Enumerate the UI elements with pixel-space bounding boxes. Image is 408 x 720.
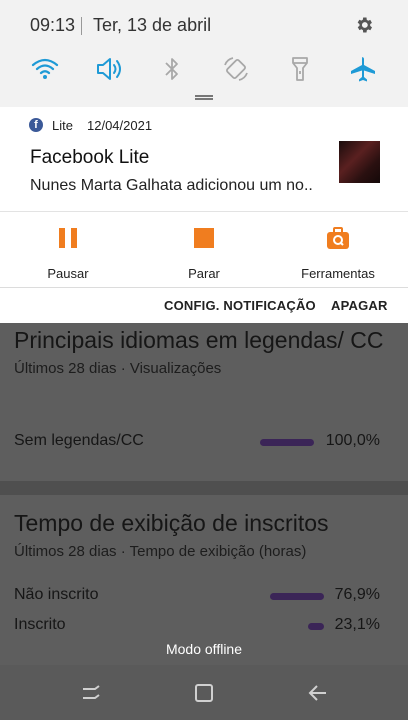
clear-button[interactable]: APAGAR <box>331 298 388 313</box>
notification-settings-button[interactable]: CONFIG. NOTIFICAÇÃO <box>164 298 316 313</box>
pause-button[interactable]: Pausar <box>8 226 128 281</box>
airplane-icon[interactable] <box>347 54 379 84</box>
back-icon[interactable] <box>306 681 330 705</box>
stop-label: Parar <box>188 266 220 281</box>
home-icon[interactable] <box>192 681 216 705</box>
row-value: 76,9% <box>334 586 380 603</box>
notification-shade: 09:13 Ter, 13 de abril f Lite 12/04/2021… <box>0 0 408 323</box>
pause-label: Pausar <box>47 266 89 281</box>
subtitles-title: Principais idiomas em legendas/ CC <box>14 327 384 353</box>
status-divider <box>81 17 82 35</box>
media-actions: Pausar Parar Ferramentas <box>0 211 408 287</box>
subscribers-row: Não inscrito 76,9% <box>14 584 394 608</box>
notification-title: Facebook Lite <box>30 147 150 168</box>
row-bar <box>270 593 324 600</box>
offline-toast: Modo offline <box>165 641 242 657</box>
toolbox-icon <box>327 227 349 249</box>
flashlight-icon[interactable] <box>284 54 316 84</box>
app-name: Lite <box>52 118 73 133</box>
date-label[interactable]: Ter, 13 de abril <box>93 15 211 36</box>
subtitles-card: Principais idiomas em legendas/ CC Últim… <box>14 327 394 449</box>
subscribers-title: Tempo de exibição de inscritos <box>14 510 329 536</box>
clock: 09:13 <box>30 15 76 35</box>
stop-button[interactable]: Parar <box>144 226 264 281</box>
card-separator <box>0 481 408 495</box>
subscribers-row: Inscrito 23,1% <box>14 614 394 638</box>
subscribers-subtitle: Últimos 28 dias · Tempo de exibição (hor… <box>14 543 307 560</box>
recents-icon[interactable] <box>79 681 103 705</box>
row-label: Sem legendas/CC <box>14 432 144 449</box>
row-value: 23,1% <box>334 616 380 633</box>
notification-text: Nunes Marta Galhata adicionou um no.. <box>30 177 313 194</box>
facebook-notification[interactable]: f Lite 12/04/2021 Facebook Lite Nunes Ma… <box>0 107 408 211</box>
notification-date: 12/04/2021 <box>87 118 153 133</box>
profile-thumbnail <box>339 141 380 183</box>
row-bar <box>308 623 324 630</box>
navigation-bar <box>0 665 408 720</box>
wifi-icon[interactable] <box>29 54 61 84</box>
row-label: Não inscrito <box>14 586 99 603</box>
gear-icon[interactable] <box>354 15 374 35</box>
tools-label: Ferramentas <box>301 266 375 281</box>
subscribers-card: Tempo de exibição de inscritos Últimos 2… <box>14 510 394 633</box>
auto-rotate-icon[interactable] <box>220 54 252 84</box>
expand-handle[interactable] <box>195 95 213 100</box>
facebook-icon: f <box>29 118 43 132</box>
stop-icon <box>194 228 214 248</box>
notification-footer: CONFIG. NOTIFICAÇÃO APAGAR <box>0 287 408 323</box>
sound-icon[interactable] <box>93 54 125 84</box>
tools-button[interactable]: Ferramentas <box>278 226 398 281</box>
row-value: 100,0% <box>325 432 380 449</box>
pause-icon <box>59 228 77 248</box>
row-label: Inscrito <box>14 616 66 633</box>
row-bar <box>260 439 314 446</box>
quick-settings <box>0 54 408 84</box>
status-bar: 09:13 Ter, 13 de abril <box>0 0 408 52</box>
bluetooth-icon[interactable] <box>156 54 188 84</box>
subtitles-row: Sem legendas/CC 100,0% <box>14 430 394 454</box>
subtitles-subtitle: Últimos 28 dias · Visualizações <box>14 360 222 377</box>
